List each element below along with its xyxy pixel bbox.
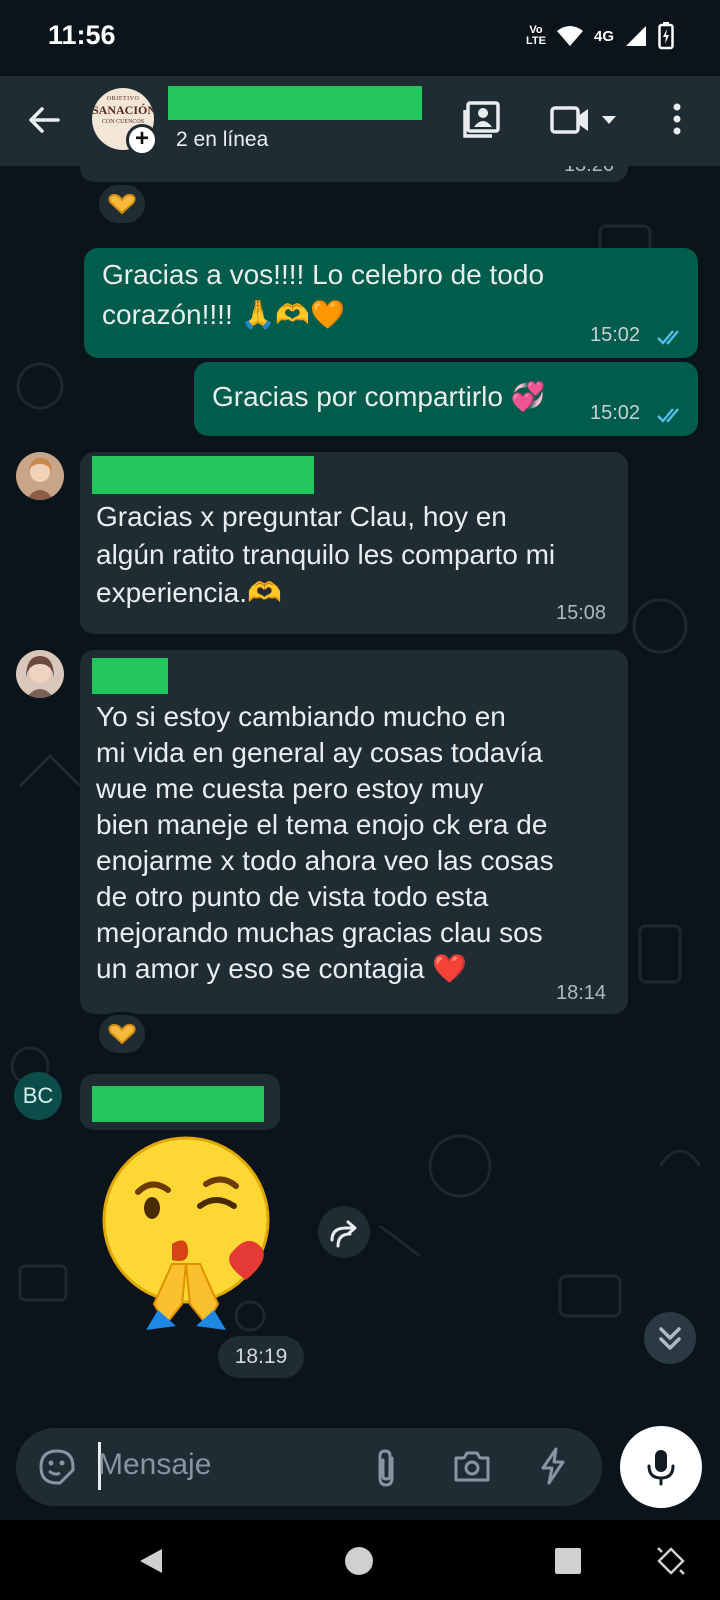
status-time: 11:56	[48, 20, 116, 50]
message-text-line: Gracias a vos!!!! Lo celebro de todo	[102, 259, 545, 290]
sender-avatar[interactable]	[16, 452, 64, 500]
message-reaction[interactable]	[96, 182, 148, 226]
sender-name-bubble	[80, 1074, 280, 1130]
message-time: 15:02	[590, 324, 641, 346]
voice-message-button[interactable]	[620, 1426, 702, 1508]
online-status: 2 en línea	[176, 128, 269, 151]
message-text-line: de otro punto de vista todo esta	[96, 881, 489, 912]
sender-avatar[interactable]	[16, 650, 64, 698]
message-composer[interactable]: Mensaje	[16, 1428, 602, 1506]
back-arrow-icon[interactable]	[22, 98, 66, 142]
message-text-line: enojarme x todo ahora veo las cosas	[96, 845, 554, 876]
message-time: 15:02	[590, 402, 641, 424]
read-receipt-icon	[657, 330, 679, 345]
sender-avatar-initials[interactable]: BC	[14, 1072, 62, 1120]
double-chevron-down-icon	[659, 1327, 681, 1350]
message-bubble-outgoing[interactable]: Gracias por compartirlo 💞 15:02	[194, 362, 698, 436]
video-call-icon[interactable]	[550, 104, 590, 136]
mic-icon	[647, 1450, 675, 1486]
read-receipt-icon	[657, 408, 679, 423]
message-time: 15:08	[556, 602, 607, 624]
wifi-icon	[556, 26, 583, 46]
message-text-line: mejorando muchas gracias clau sos	[96, 917, 543, 948]
network-type-label: 4G	[593, 27, 614, 45]
message-text-line: Gracias por compartirlo 💞	[212, 381, 546, 412]
message-text-line: mi vida en general ay cosas todavía	[96, 737, 543, 768]
message-text-line: Gracias x preguntar Clau, hoy en	[96, 501, 507, 532]
more-vert-icon[interactable]	[670, 100, 684, 140]
forward-button[interactable]	[318, 1206, 370, 1258]
message-text-line: un amor y eso se contagia ❤️	[96, 953, 468, 984]
heart-hands-emoji-icon	[108, 193, 136, 215]
status-icons: Vo LTE 4G	[526, 22, 674, 50]
sender-name-redacted	[92, 658, 168, 694]
chat-area[interactable]: 13:26 Gracias a vos!!!! Lo celebro de to…	[0, 166, 720, 1428]
sticker-time: 18:19	[218, 1336, 304, 1378]
message-text-line: algún ratito tranquilo les comparto mi	[96, 539, 556, 570]
rotate-icon[interactable]	[656, 1546, 686, 1576]
kissing-face-sticker-icon[interactable]	[96, 1134, 280, 1330]
nav-home-icon[interactable]	[344, 1546, 374, 1576]
message-bubble-incoming[interactable]: Gracias x preguntar Clau, hoy en algún r…	[80, 452, 628, 634]
message-bubble-outgoing[interactable]: Gracias a vos!!!! Lo celebro de todo cor…	[84, 248, 698, 358]
message-text-line: wue me cuesta pero estoy muy	[96, 773, 484, 804]
sender-name-redacted	[92, 456, 314, 494]
signal-icon	[626, 26, 646, 46]
sender-name-redacted	[92, 1086, 264, 1122]
chat-header: OBJETIVO SANACIÓN CON CUENCOS + 2 en lín…	[0, 76, 720, 166]
message-text-line: experiencia.🫶	[96, 577, 282, 608]
add-icon[interactable]: +	[126, 124, 158, 156]
message-input[interactable]: Mensaje	[98, 1448, 211, 1482]
emoji-sticker-icon[interactable]	[38, 1448, 76, 1486]
scroll-to-bottom-button[interactable]	[644, 1312, 696, 1364]
chevron-down-icon[interactable]	[600, 114, 618, 126]
group-name-redacted[interactable]	[168, 86, 422, 120]
message-text-line: corazón!!!! 🙏🫶🧡	[102, 299, 346, 330]
system-nav-bar	[0, 1520, 720, 1600]
nav-back-icon[interactable]	[136, 1546, 166, 1576]
message-text-line: bien maneje el tema enojo ck era de	[96, 809, 548, 840]
status-bar: 11:56 Vo LTE 4G	[0, 0, 720, 76]
forward-icon	[330, 1220, 357, 1248]
avatar-photo-icon	[16, 650, 64, 698]
message-time: 18:14	[556, 982, 607, 1004]
avatar-text-1: OBJETIVO	[106, 96, 140, 102]
avatar-text-2: SANACIÓN	[92, 103, 154, 117]
message-bubble-incoming[interactable]: Yo si estoy cambiando mucho en mi vida e…	[80, 650, 628, 1014]
message-reaction[interactable]	[96, 1012, 148, 1056]
volte-bottom-label: LTE	[526, 35, 546, 47]
message-time: 13:26	[564, 166, 614, 177]
attach-icon[interactable]	[372, 1448, 402, 1488]
lightning-icon[interactable]	[538, 1446, 568, 1486]
camera-icon[interactable]	[452, 1448, 492, 1484]
battery-icon	[658, 22, 674, 50]
volte-icon: Vo LTE	[526, 25, 546, 47]
nav-recents-icon[interactable]	[554, 1547, 582, 1575]
message-text-line: Yo si estoy cambiando mucho en	[96, 701, 506, 732]
avatar-photo-icon	[16, 452, 64, 500]
contact-card-icon[interactable]	[462, 100, 502, 140]
message-bubble-incoming[interactable]: 13:26	[80, 166, 628, 182]
heart-hands-emoji-icon	[108, 1023, 136, 1045]
